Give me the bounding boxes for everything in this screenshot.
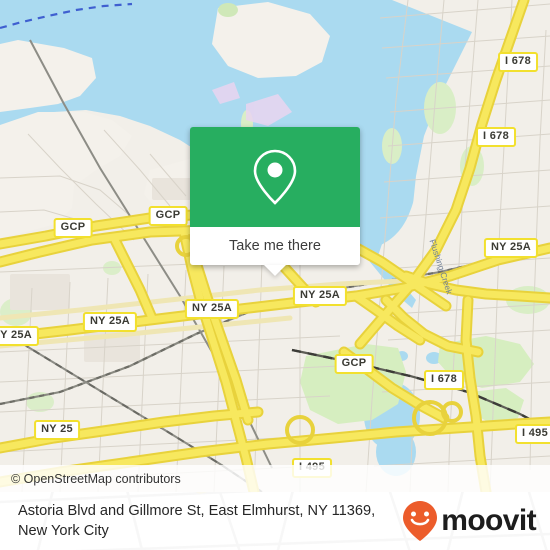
road-shield: NY 25A [292, 286, 348, 306]
card-pin-area [190, 127, 360, 227]
take-me-there-button[interactable]: Take me there [190, 227, 360, 276]
road-shield: I 678 [498, 52, 538, 72]
road-shield: I 678 [476, 127, 516, 147]
moovit-smiley-pin-icon [403, 501, 438, 541]
moovit-wordmark: moovit [441, 504, 536, 537]
attribution-text: © OpenStreetMap contributors [11, 471, 181, 486]
map-pin-icon [253, 149, 297, 205]
road-shield: NY 25 [34, 420, 80, 440]
take-me-there-card[interactable]: Take me there [190, 127, 360, 276]
address-text: Astoria Blvd and Gillmore St, East Elmhu… [18, 501, 378, 541]
road-shield: I 495 [515, 424, 550, 444]
road-shield: I 678 [424, 370, 464, 390]
take-me-there-label: Take me there [229, 238, 321, 254]
road-shield: GCP [148, 206, 188, 226]
address-line-1: Astoria Blvd and Gillmore St, East Elmhu… [18, 503, 328, 519]
moovit-logo[interactable]: moovit [401, 500, 537, 542]
map-canvas[interactable]: I 678 I 678 GCP GCP NY 25A NY 25A NY 25A NY 25A… [0, 0, 550, 492]
road-shield: NY 25A [184, 299, 240, 319]
road-shield: GCP [53, 218, 93, 238]
road-shield: NY 25A [82, 312, 138, 332]
map-attribution-bar: © OpenStreetMap contributors [0, 465, 550, 492]
road-shield: NY 25A [483, 238, 539, 258]
road-shield: NY 25A [0, 326, 40, 346]
map-share-card: I 678 I 678 GCP GCP NY 25A NY 25A NY 25A NY 25A… [0, 0, 550, 550]
footer-bar: Astoria Blvd and Gillmore St, East Elmhu… [0, 492, 550, 550]
road-shield: GCP [334, 354, 374, 374]
card-pointer-tail [264, 265, 286, 276]
